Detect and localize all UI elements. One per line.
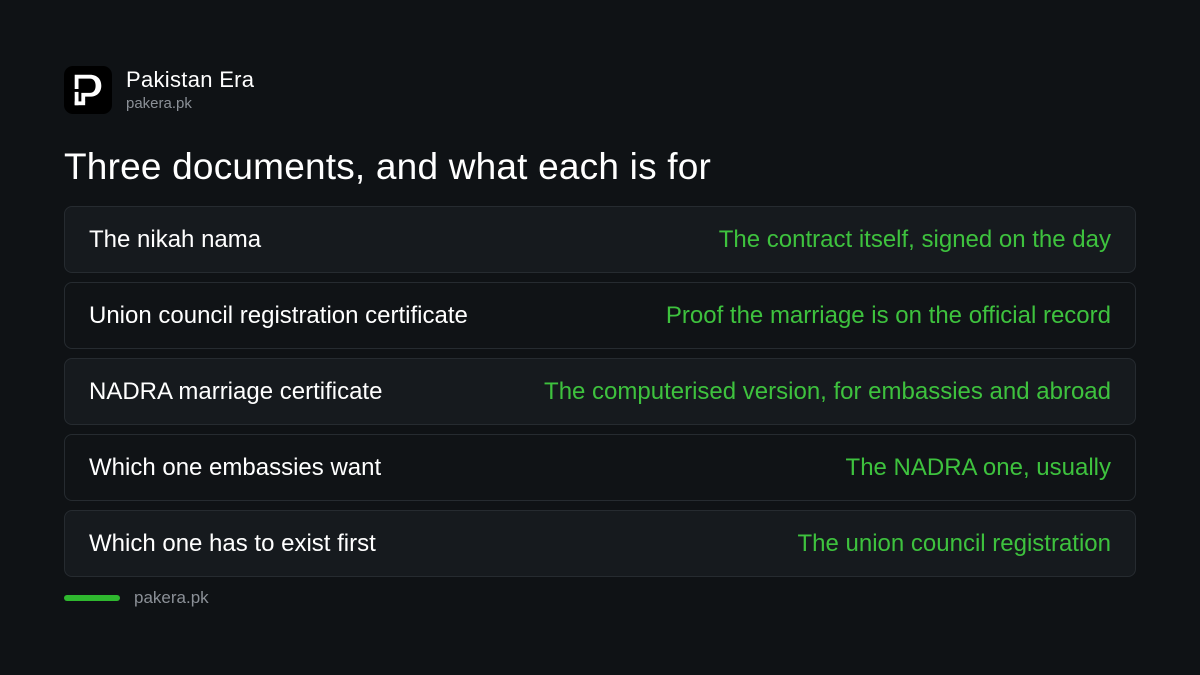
list-item: Which one has to exist first The union c… [64, 510, 1136, 577]
row-label: The nikah nama [89, 225, 262, 253]
list-item: The nikah nama The contract itself, sign… [64, 206, 1136, 273]
row-value: Proof the marriage is on the official re… [665, 301, 1111, 329]
brand-url: pakera.pk [126, 94, 192, 112]
documents-list: The nikah nama The contract itself, sign… [64, 206, 1136, 586]
pakistan-era-logo-icon [64, 66, 112, 114]
brand-header: Pakistan Era pakera.pk [64, 66, 254, 114]
brand-name: Pakistan Era [126, 66, 255, 92]
brand-text: Pakistan Era pakera.pk [126, 67, 254, 114]
row-value: The contract itself, signed on the day [718, 225, 1111, 253]
list-item: NADRA marriage certificate The computeri… [64, 358, 1136, 425]
footer-accent-bar [64, 595, 120, 601]
footer-url: pakera.pk [134, 588, 209, 607]
row-label: NADRA marriage certificate [89, 377, 383, 405]
row-value: The computerised version, for embassies … [544, 377, 1111, 405]
row-label: Which one has to exist first [89, 529, 376, 557]
row-label: Union council registration certificate [89, 301, 468, 329]
row-value: The union council registration [797, 529, 1111, 557]
row-value: The NADRA one, usually [845, 453, 1111, 481]
footer: pakera.pk [64, 588, 209, 608]
list-item: Which one embassies want The NADRA one, … [64, 434, 1136, 501]
row-label: Which one embassies want [89, 453, 382, 481]
list-item: Union council registration certificate P… [64, 282, 1136, 349]
page-title: Three documents, and what each is for [64, 146, 712, 187]
